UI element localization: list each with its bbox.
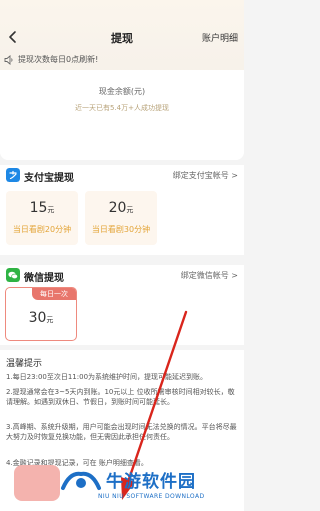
notice-bar: 提现次数每日0点刷新! [0,53,244,67]
header: 提现 账户明细 提现次数每日0点刷新! [0,0,244,80]
notice-text: 提现次数每日0点刷新! [18,55,99,64]
amount-value: 20元 [108,200,134,216]
amount-condition: 当日看剧30分钟 [91,225,151,234]
alipay-title: 支付宝提现 [24,173,74,184]
success-count-text: 近一天已有5.4万+人成功提现 [75,104,169,112]
wechat-option-30[interactable]: 每日一次 30元 [5,287,77,341]
tip-item: 1.每日23:00至次日11:00为系统维护时间，提现可能延迟到账。 [6,373,208,381]
alipay-option-15[interactable]: 15元 当日看剧20分钟 [6,191,78,245]
niuniu-logo-icon [61,471,101,490]
amount-value: 30元 [28,310,54,326]
wechat-section: 微信提现 绑定微信帐号 > 每日一次 30元 [0,265,244,345]
speaker-icon [4,55,13,65]
daily-once-badge: 每日一次 [32,288,76,300]
balance-card: 现金余额(元) 近一天已有5.4万+人成功提现 [0,70,244,160]
alipay-section: 支付宝提现 绑定支付宝帐号 > 15元 当日看剧20分钟 20元 当日看剧30分… [0,165,244,255]
bind-wechat-link[interactable]: 绑定微信帐号 > [181,270,238,281]
wechat-title: 微信提现 [24,273,64,284]
site-watermark: 牛游软件园 NIU NIU SOFTWARE DOWNLOAD [60,465,244,505]
amount-condition: 当日看剧20分钟 [12,225,72,234]
tips-title: 温馨提示 [6,359,43,369]
watermark-cn: 牛游软件园 [106,472,196,492]
tip-item: 2.提现通常会在3~5天内到账。10元以上 位收所需审核时间相对较长，敬请理解。… [6,388,235,406]
account-detail-link[interactable]: 账户明细 [202,31,238,44]
amount-value: 15元 [29,200,55,216]
tip-item: 3.高峰期、系统升级期，用户可能会出现时间无法兑换的情况。平台将尽最大努力及时恢… [6,423,237,441]
alipay-option-20[interactable]: 20元 当日看剧30分钟 [85,191,157,245]
alipay-icon [6,168,20,182]
bind-alipay-link[interactable]: 绑定支付宝帐号 > [173,170,238,181]
withdraw-button[interactable] [14,465,60,501]
watermark-en: NIU NIU SOFTWARE DOWNLOAD [98,493,205,500]
wechat-icon [6,268,20,282]
balance-label: 现金余额(元) [98,87,146,96]
